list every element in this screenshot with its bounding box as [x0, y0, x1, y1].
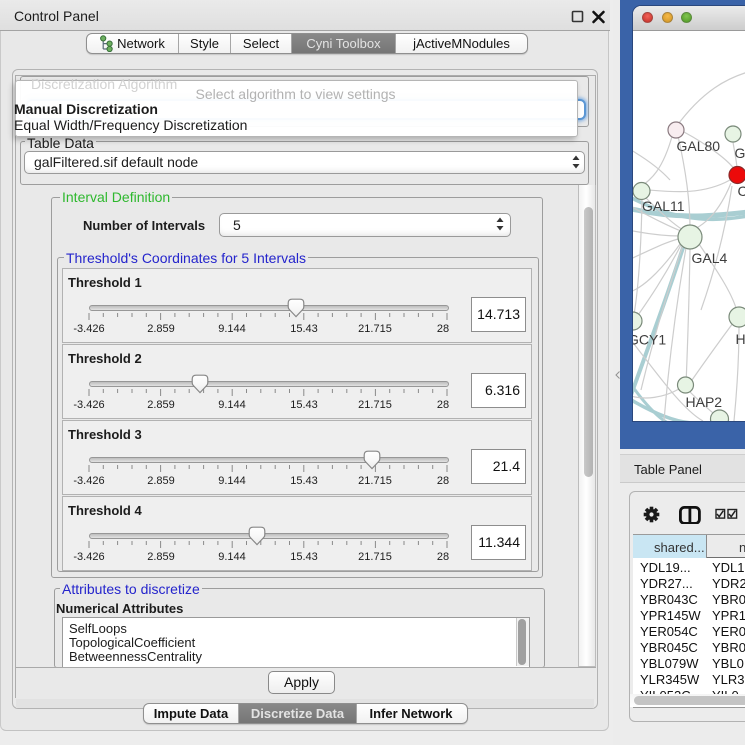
svg-text:H: H: [736, 331, 745, 347]
svg-text:GAL11: GAL11: [642, 198, 685, 214]
svg-text:GAL80: GAL80: [677, 138, 721, 154]
svg-text:GCY1: GCY1: [633, 332, 666, 348]
svg-text:GA: GA: [735, 145, 745, 161]
svg-text:GAL4: GAL4: [692, 250, 728, 266]
svg-text:C: C: [738, 183, 745, 199]
svg-text:HAP2: HAP2: [686, 394, 723, 410]
